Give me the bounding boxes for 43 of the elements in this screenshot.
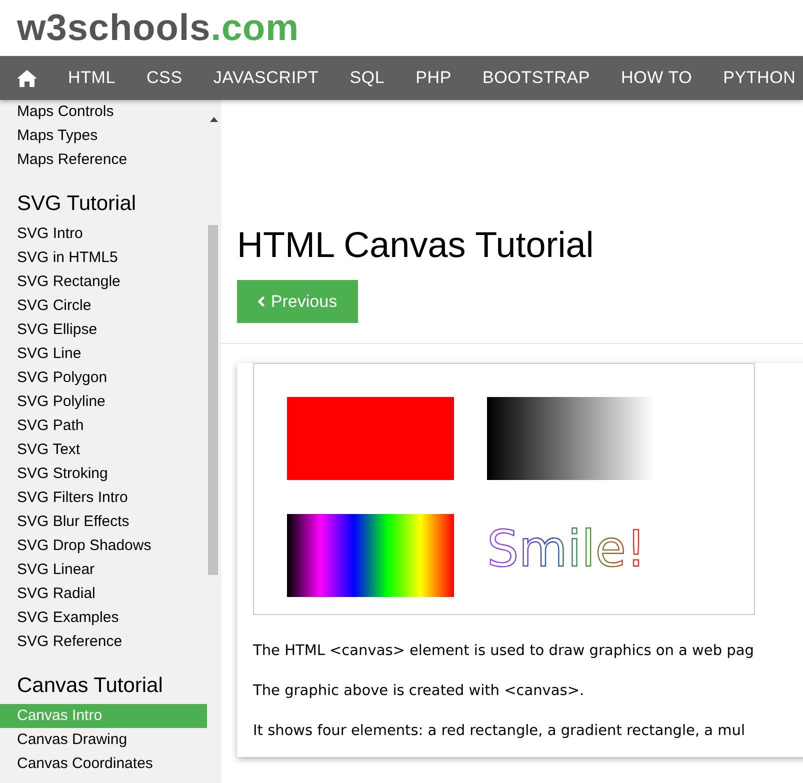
sidebar-link[interactable]: SVG Linear — [0, 558, 207, 582]
site-logo[interactable]: w3schools.com — [17, 7, 300, 49]
paragraph: It shows four elements: a red rectangle, a gradient rectangle, a mul — [253, 722, 746, 741]
sidebar-link[interactable]: SVG Stroking — [0, 462, 207, 486]
sidebar-link[interactable]: SVG in HTML5 — [0, 246, 207, 270]
nav-link[interactable]: HTML — [68, 68, 116, 88]
nav-link[interactable]: PHP — [416, 68, 452, 88]
sidebar-link[interactable]: SVG Radial — [0, 582, 207, 606]
nav-link[interactable]: JAVASCRIPT — [213, 68, 319, 88]
sidebar-link[interactable]: SVG Drop Shadows — [0, 534, 207, 558]
nav-link[interactable]: CSS — [146, 68, 182, 88]
paragraph: The graphic above is created with <canvas>. — [253, 682, 586, 701]
sidebar-link[interactable]: SVG Intro — [0, 222, 207, 246]
nav-link[interactable]: SQL — [350, 68, 385, 88]
home-icon[interactable] — [17, 70, 37, 86]
sidebar-link[interactable]: Maps Types — [0, 124, 207, 148]
nav-link[interactable]: HOW TO — [621, 68, 692, 88]
sidebar-link[interactable]: SVG Polygon — [0, 366, 207, 390]
sidebar-link[interactable]: SVG Line — [0, 342, 207, 366]
sidebar-link[interactable]: Canvas Drawing — [0, 728, 207, 752]
sidebar-link[interactable]: Maps Reference — [0, 148, 207, 172]
sidebar-link[interactable]: SVG Examples — [0, 606, 207, 630]
page-title: HTML Canvas Tutorial — [237, 223, 595, 267]
chevron-left-icon — [258, 296, 265, 307]
sidebar-link[interactable]: SVG Circle — [0, 294, 207, 318]
sidebar-link[interactable]: SVG Blur Effects — [0, 510, 207, 534]
paragraph: The HTML <canvas> element is used to draw graphics on a web pag — [253, 642, 755, 661]
sidebar-link[interactable]: Maps Controls — [0, 100, 207, 124]
sidebar-link[interactable]: SVG Polyline — [0, 390, 207, 414]
scroll-up-icon[interactable] — [210, 117, 218, 122]
sidebar-link[interactable]: SVG Filters Intro — [0, 486, 207, 510]
sidebar-heading: SVG Tutorial — [16, 191, 138, 217]
sidebar-link[interactable]: SVG Rectangle — [0, 270, 207, 294]
nav-link[interactable]: BOOTSTRAP — [482, 68, 590, 88]
sidebar-link[interactable]: SVG Text — [0, 438, 207, 462]
sidebar-link[interactable]: SVG Reference — [0, 630, 207, 654]
sidebar-heading: Canvas Tutorial — [16, 673, 164, 699]
scrollbar-thumb[interactable] — [208, 225, 218, 575]
nav-link[interactable]: PYTHON — [723, 68, 796, 88]
sidebar-link[interactable]: SVG Ellipse — [0, 318, 207, 342]
sidebar-link[interactable]: SVG Path — [0, 414, 207, 438]
smile-text: Smile! — [487, 520, 646, 578]
sidebar-link[interactable]: Canvas Coordinates — [0, 752, 207, 776]
